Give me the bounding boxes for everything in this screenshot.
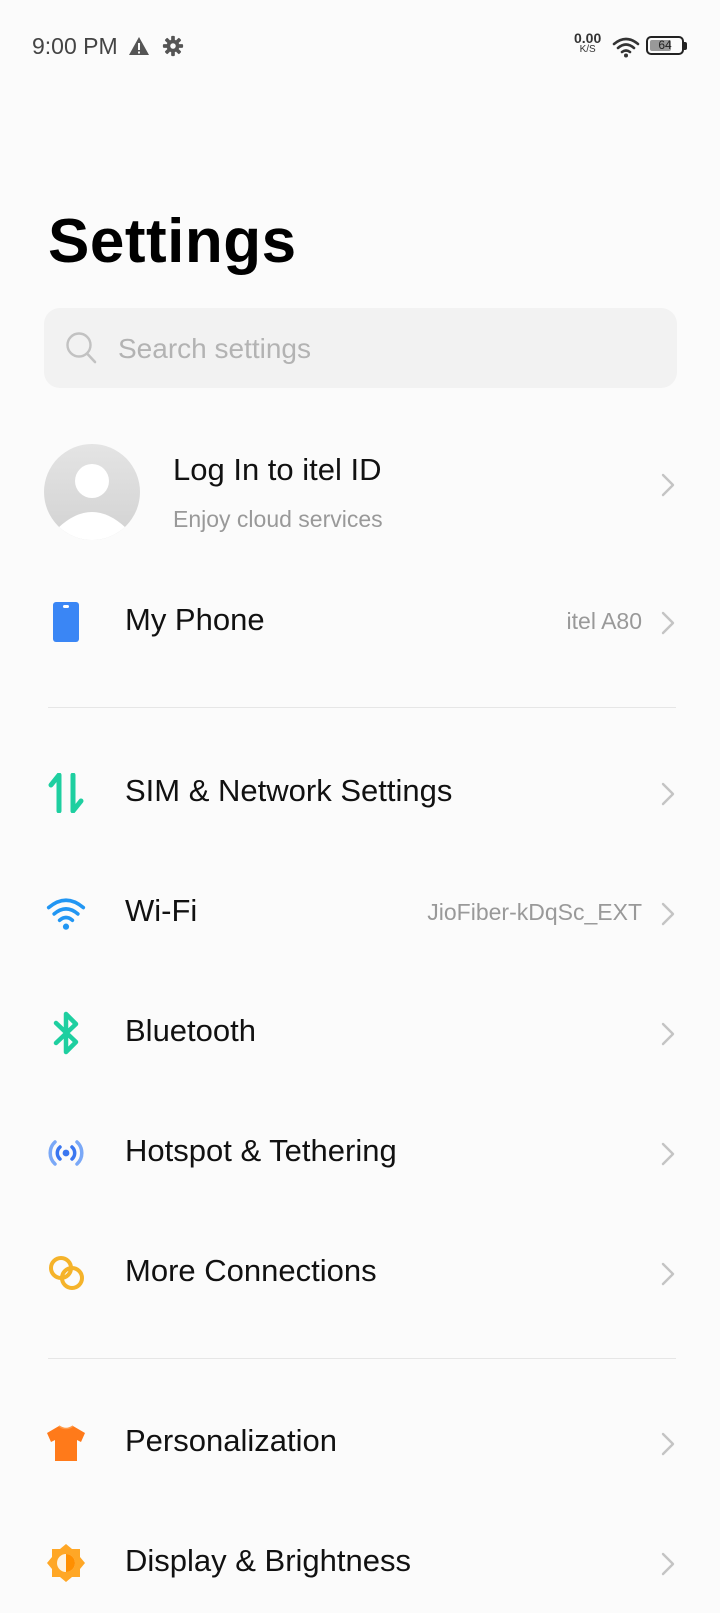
- network-speed-unit: K/S: [579, 44, 596, 55]
- gear-icon: [162, 35, 184, 57]
- brightness-icon: [47, 1544, 85, 1582]
- settings-item-label: Wi-Fi: [125, 893, 198, 928]
- settings-item-value: itel A80: [566, 608, 642, 634]
- phone-icon: [53, 602, 79, 642]
- sim-network-icon: [48, 773, 84, 813]
- page-title: Settings: [48, 207, 297, 276]
- divider: [48, 707, 676, 708]
- settings-item-label: My Phone: [125, 602, 265, 637]
- settings-item-my-phone[interactable]: My Phone itel A80: [0, 572, 720, 672]
- connections-icon: [49, 1256, 84, 1290]
- status-bar: 9:00 PM 0.00 K/S 64: [0, 0, 720, 94]
- chevron-right-icon: [661, 611, 675, 635]
- avatar-icon: [44, 444, 140, 540]
- chevron-right-icon: [661, 1262, 675, 1286]
- settings-item-display-brightness[interactable]: Display & Brightness: [0, 1513, 720, 1613]
- settings-item-bluetooth[interactable]: Bluetooth: [0, 983, 720, 1083]
- battery-icon: 64: [646, 36, 687, 58]
- search-input[interactable]: [116, 308, 660, 390]
- network-speed-value: 0.00: [574, 30, 602, 46]
- bluetooth-icon: [53, 1011, 79, 1055]
- settings-item-value: JioFiber-kDqSc_EXT: [427, 899, 642, 925]
- network-speed: 0.00 K/S: [574, 31, 601, 55]
- chevron-right-icon: [661, 1552, 675, 1576]
- settings-item-wifi[interactable]: Wi-Fi JioFiber-kDqSc_EXT: [0, 863, 720, 963]
- warning-icon: [129, 37, 149, 55]
- hotspot-icon: [48, 1140, 84, 1166]
- account-title: Log In to itel ID: [173, 452, 382, 487]
- search-icon: [66, 332, 97, 364]
- chevron-right-icon: [661, 1142, 675, 1166]
- account-subtitle: Enjoy cloud services: [173, 506, 383, 532]
- settings-item-label: Bluetooth: [125, 1013, 256, 1048]
- settings-item-hotspot[interactable]: Hotspot & Tethering: [0, 1103, 720, 1203]
- chevron-right-icon: [661, 902, 675, 926]
- chevron-right-icon: [661, 782, 675, 806]
- settings-item-label: Hotspot & Tethering: [125, 1133, 397, 1168]
- status-time: 9:00 PM: [32, 33, 118, 59]
- battery-level: 64: [658, 38, 672, 52]
- shirt-icon: [47, 1425, 85, 1461]
- divider: [48, 1358, 676, 1359]
- settings-item-label: More Connections: [125, 1253, 377, 1288]
- wifi-icon: [612, 37, 640, 58]
- settings-item-more-connections[interactable]: More Connections: [0, 1223, 720, 1323]
- settings-item-label: Display & Brightness: [125, 1543, 412, 1578]
- settings-item-sim-network[interactable]: SIM & Network Settings: [0, 743, 720, 843]
- settings-item-personalization[interactable]: Personalization: [0, 1393, 720, 1493]
- settings-item-label: Personalization: [125, 1423, 337, 1458]
- chevron-right-icon: [661, 473, 675, 497]
- chevron-right-icon: [661, 1432, 675, 1456]
- wifi-icon: [46, 898, 86, 930]
- search-bar[interactable]: [44, 308, 677, 390]
- settings-item-label: SIM & Network Settings: [125, 773, 453, 808]
- chevron-right-icon: [661, 1022, 675, 1046]
- itel-id-login-row[interactable]: Log In to itel ID Enjoy cloud services: [0, 440, 720, 550]
